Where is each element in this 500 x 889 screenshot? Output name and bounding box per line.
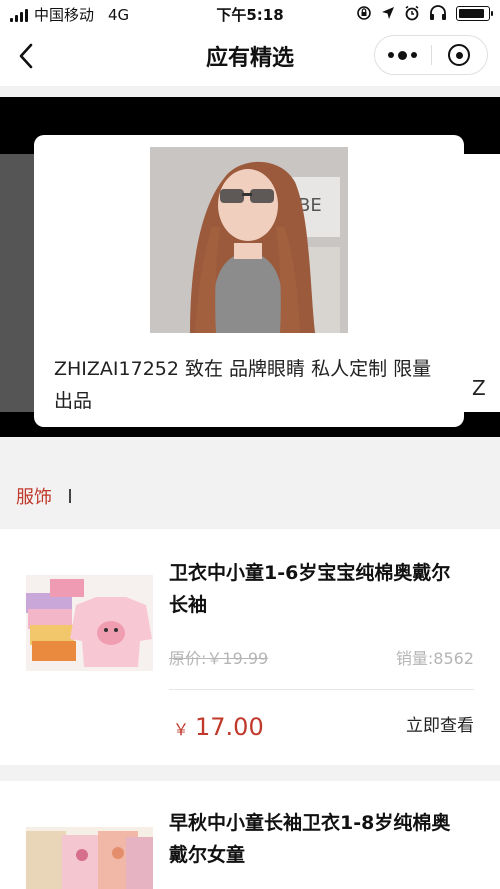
girls-sweatshirt-photo-illustration xyxy=(26,827,153,889)
status-bar: 中国移动 4G 下午5:18 xyxy=(0,0,500,28)
banner-carousel[interactable]: Z BE ZHIZAI17252 致在 品牌眼睛 私人定制 限量出品 xyxy=(0,97,500,437)
category-tab-apparel[interactable]: 服饰 xyxy=(16,483,52,509)
model-photo-illustration: BE xyxy=(150,147,348,333)
sweatshirt-photo-illustration xyxy=(26,575,153,671)
product-image[interactable] xyxy=(26,575,153,671)
more-button[interactable] xyxy=(375,36,431,74)
location-icon xyxy=(382,7,394,19)
current-price: ￥ 17.00 xyxy=(173,713,264,741)
product-name[interactable]: 卫衣中小童1-6岁宝宝纯棉奥戴尔长袖 xyxy=(169,557,469,621)
more-dots-icon xyxy=(388,52,395,58)
product-card[interactable]: 早秋中小童长袖卫衣1-8岁纯棉奥戴尔女童 xyxy=(0,781,500,889)
lock-rotation-icon xyxy=(357,6,371,20)
price-value: 17.00 xyxy=(195,713,264,741)
banner-image[interactable]: BE xyxy=(150,147,348,333)
sales-count: 销量:8562 xyxy=(395,649,474,668)
mini-program-capsule xyxy=(374,35,488,75)
target-close-icon xyxy=(448,44,471,66)
currency-symbol: ￥ xyxy=(173,720,190,739)
category-bar: 服饰 xyxy=(0,465,500,529)
banner-next-card[interactable]: Z xyxy=(460,154,500,412)
alarm-icon xyxy=(405,5,419,21)
product-card[interactable]: 卫衣中小童1-6岁宝宝纯棉奥戴尔长袖 原价:￥19.99 销量:8562 ￥ 17… xyxy=(0,529,500,765)
banner-card[interactable]: BE ZHIZAI17252 致在 品牌眼睛 私人定制 限量出品 xyxy=(34,135,464,427)
banner-next-peek: Z xyxy=(472,376,486,400)
original-price: 原价:￥19.99 xyxy=(169,649,269,668)
category-divider xyxy=(69,489,71,503)
battery-icon xyxy=(456,5,493,21)
product-divider xyxy=(169,689,474,690)
headphones-icon xyxy=(430,5,446,20)
close-button[interactable] xyxy=(431,36,487,74)
status-right xyxy=(356,5,493,21)
view-now-button[interactable]: 立即查看 xyxy=(406,711,474,736)
product-image[interactable] xyxy=(26,827,153,889)
product-name[interactable]: 早秋中小童长袖卫衣1-8岁纯棉奥戴尔女童 xyxy=(169,807,469,871)
navigation-bar: 应有精选 xyxy=(0,28,500,86)
banner-title[interactable]: ZHIZAI17252 致在 品牌眼睛 私人定制 限量出品 xyxy=(54,353,449,417)
